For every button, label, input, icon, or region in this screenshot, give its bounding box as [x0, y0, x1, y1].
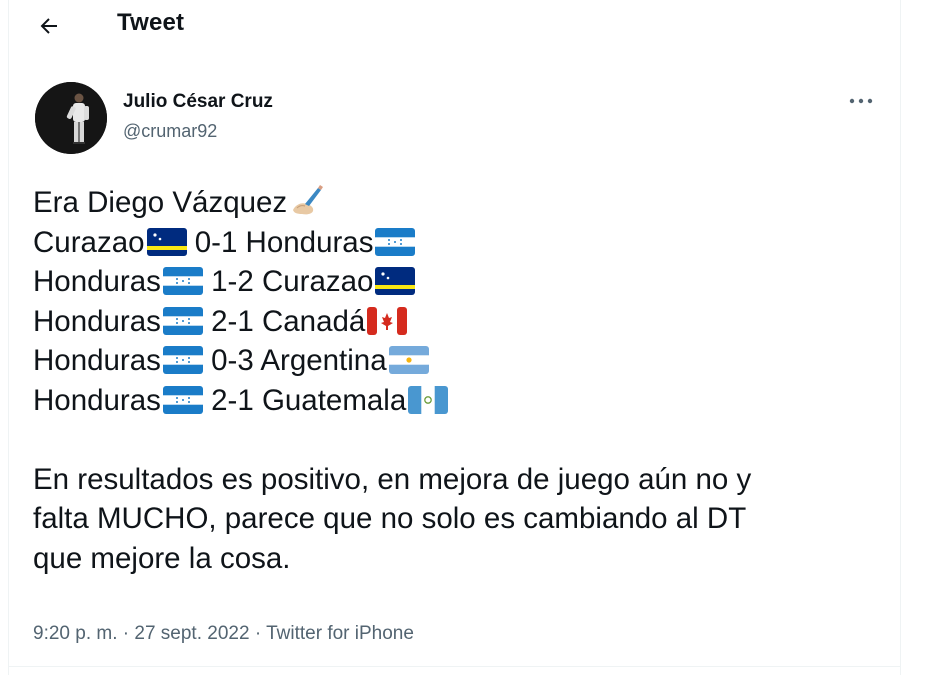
- result-line-5: Honduras 2-1 Guatemala: [33, 381, 893, 421]
- result-line-3: Honduras 2-1 Canadá: [33, 302, 893, 342]
- tweet-text: Era Diego Vázquez Curazao 0-1 Honduras H…: [33, 183, 893, 578]
- tweet-page: Tweet Julio César Cruz @crumar92 Era Die…: [8, 0, 901, 675]
- paragraph-line: que mejore la cosa.: [33, 541, 291, 575]
- paragraph-line: En resultados es positivo, en mejora de …: [33, 462, 752, 496]
- avatar[interactable]: [35, 82, 107, 154]
- curacao-flag-icon: [146, 227, 187, 256]
- curacao-flag-icon: [375, 267, 416, 295]
- honduras-flag-icon: [162, 267, 203, 295]
- tweet-date: 27 sept. 2022: [134, 623, 250, 644]
- arrow-left-icon: [40, 18, 57, 34]
- tweet-time-link[interactable]: 9:20 p. m. · 27 sept. 2022: [33, 623, 250, 644]
- avatar-person-image: [35, 82, 107, 154]
- tweet-line-intro: Era Diego Vázquez: [33, 183, 893, 223]
- author-handle[interactable]: @crumar92: [123, 121, 217, 142]
- tweet-source-link[interactable]: Twitter for iPhone: [266, 623, 414, 644]
- header-bar: Tweet: [9, 0, 900, 52]
- result-line-4: Honduras 0-3 Argentina: [33, 341, 893, 381]
- separator-dot: ·: [249, 623, 267, 644]
- more-dots-icon: [849, 98, 873, 104]
- tweet-metadata: 9:20 p. m. · 27 sept. 2022 · Twitter for…: [33, 623, 414, 645]
- more-options-button[interactable]: [843, 86, 879, 116]
- writing-hand-icon: [293, 185, 324, 215]
- separator-dot: ·: [117, 623, 135, 644]
- honduras-flag-icon: [162, 346, 203, 374]
- author-name[interactable]: Julio César Cruz: [123, 91, 273, 113]
- tweet-time: 9:20 p. m.: [33, 623, 118, 644]
- back-button[interactable]: [31, 8, 67, 44]
- page-title: Tweet: [117, 9, 185, 36]
- honduras-flag-icon: [162, 385, 203, 414]
- argentina-flag-icon: [388, 346, 429, 374]
- honduras-flag-icon: [162, 306, 203, 335]
- result-line-1: Curazao 0-1 Honduras: [33, 223, 893, 263]
- honduras-flag-icon: [375, 227, 416, 256]
- divider: [9, 666, 900, 667]
- tweet-paragraph: En resultados es positivo, en mejora de …: [33, 460, 893, 579]
- result-line-2: Honduras 1-2 Curazao: [33, 262, 893, 302]
- guatemala-flag-icon: [408, 385, 449, 414]
- paragraph-line: falta MUCHO, parece que no solo es cambi…: [33, 502, 747, 535]
- canada-flag-icon: [367, 306, 408, 335]
